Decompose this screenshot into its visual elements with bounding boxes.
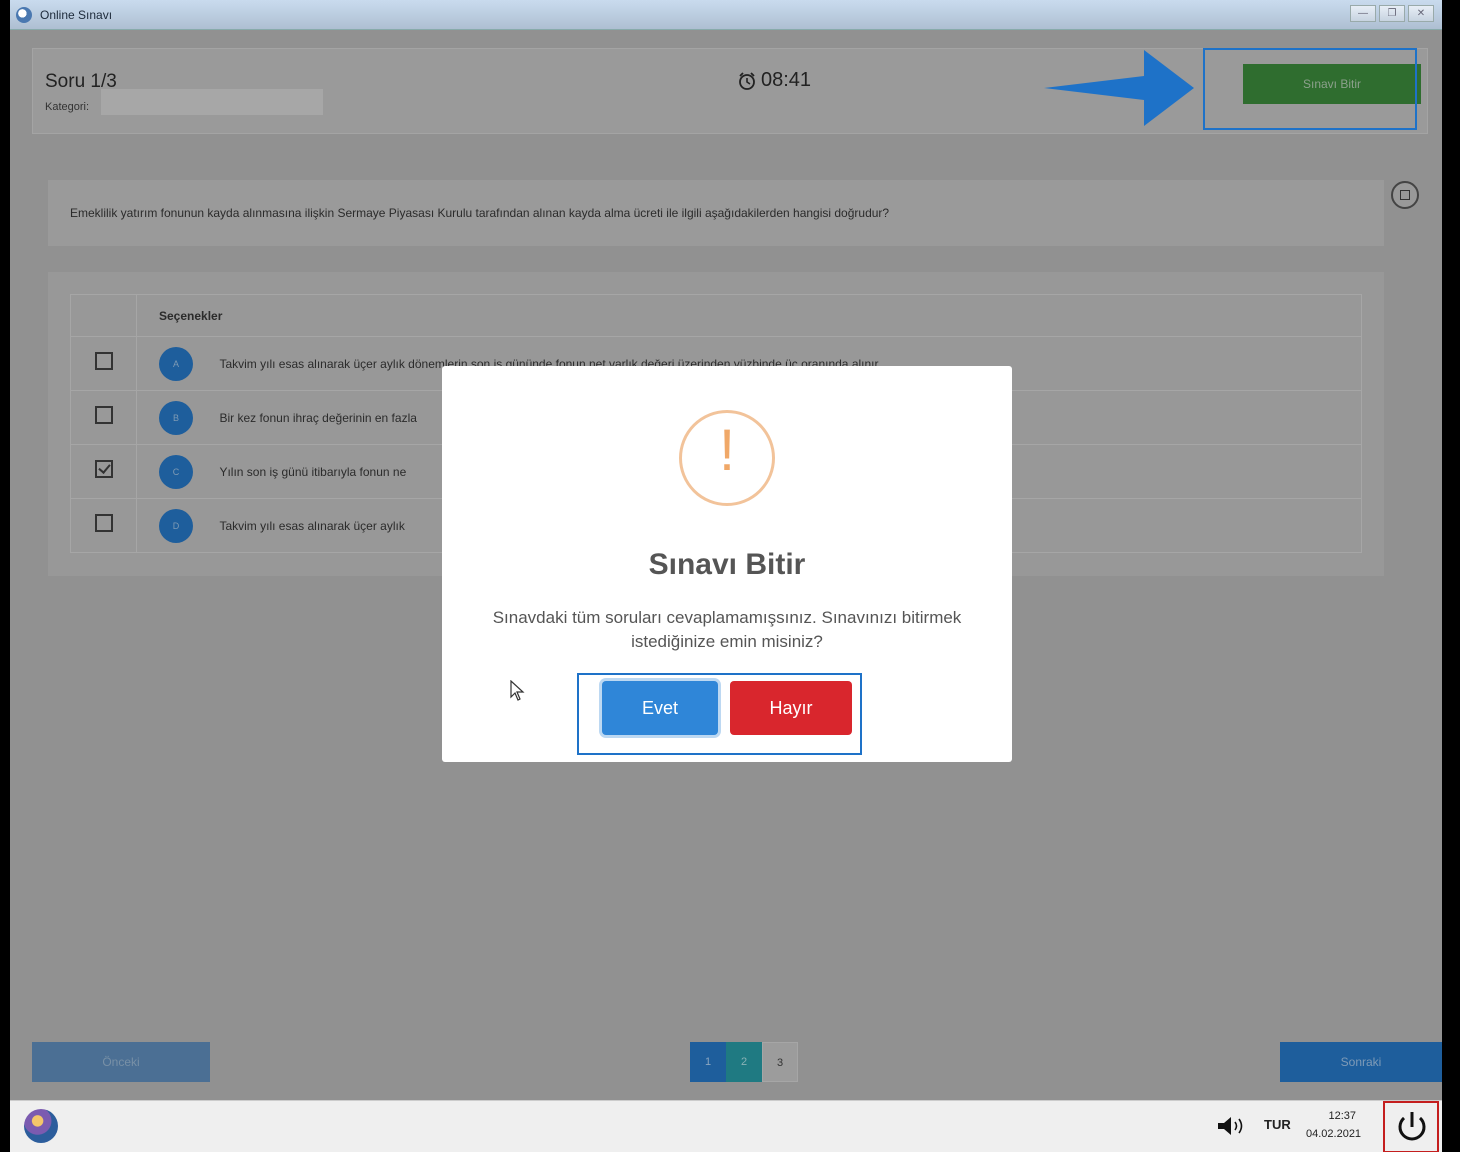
dialog-title: Sınavı Bitir bbox=[648, 548, 806, 581]
close-button[interactable]: ✕ bbox=[1408, 5, 1434, 22]
option-b-letter: B bbox=[159, 400, 193, 435]
finish-exam-dialog: ! Sınavı Bitir Sınavdaki tüm soruları ce… bbox=[442, 366, 1012, 762]
warning-mark: ! bbox=[718, 418, 736, 483]
page-2-button[interactable]: 2 bbox=[726, 1042, 762, 1082]
question-text: Emeklilik yatırım fonunun kayda alınması… bbox=[70, 206, 890, 220]
question-card: Emeklilik yatırım fonunun kayda alınması… bbox=[48, 180, 1384, 246]
start-button[interactable] bbox=[24, 1109, 58, 1143]
desktop-screen: Online Sınavı — ❐ ✕ Soru 1/3 Kategori: 0… bbox=[10, 0, 1442, 1152]
clock-time: 12:37 bbox=[1328, 1110, 1356, 1122]
options-header: Seçenekler bbox=[136, 294, 1362, 337]
mouse-cursor-icon bbox=[510, 680, 525, 701]
option-a-checkbox[interactable] bbox=[94, 352, 113, 370]
option-b-text: Bir kez fonun ihraç değerinin en fazla bbox=[219, 410, 417, 425]
next-button[interactable]: Sonraki bbox=[1280, 1042, 1442, 1082]
category-value-redacted bbox=[101, 89, 323, 115]
calculator-icon[interactable] bbox=[1391, 181, 1419, 209]
annotation-highlight-finish bbox=[1203, 48, 1417, 130]
dialog-message: Sınavdaki tüm soruları cevaplamamışsınız… bbox=[492, 608, 962, 651]
annotation-highlight-power bbox=[1383, 1101, 1439, 1152]
minimize-button[interactable]: — bbox=[1350, 5, 1376, 22]
page-3-button[interactable]: 3 bbox=[762, 1042, 798, 1082]
window-controls: — ❐ ✕ bbox=[1350, 5, 1434, 22]
speaker-icon[interactable] bbox=[1216, 1115, 1250, 1137]
page-1-button[interactable]: 1 bbox=[690, 1042, 726, 1082]
yes-button[interactable]: Evet bbox=[602, 681, 718, 735]
language-indicator[interactable]: TUR bbox=[1264, 1117, 1291, 1132]
previous-button[interactable]: Önceki bbox=[32, 1042, 210, 1082]
no-button[interactable]: Hayır bbox=[730, 681, 852, 735]
option-d-letter: D bbox=[159, 508, 193, 543]
clock-date: 04.02.2021 bbox=[1306, 1128, 1362, 1140]
option-c-text: Yılın son iş günü itibarıyla fonun ne bbox=[219, 464, 407, 479]
taskbar-clock[interactable]: 12:37 04.02.2021 bbox=[1306, 1107, 1362, 1143]
window-title: Online Sınavı bbox=[40, 8, 113, 22]
annotation-arrow-icon bbox=[1044, 50, 1194, 126]
power-icon[interactable] bbox=[1395, 1109, 1429, 1145]
timer-value: 08:41 bbox=[761, 69, 812, 91]
options-header-blank bbox=[70, 294, 137, 337]
category-label: Kategori: bbox=[45, 101, 90, 113]
option-d-text: Takvim yılı esas alınarak üçer aylık bbox=[219, 518, 405, 533]
warning-icon: ! bbox=[679, 410, 775, 506]
window-titlebar: Online Sınavı — ❐ ✕ bbox=[10, 0, 1442, 30]
exam-timer: 08:41 bbox=[737, 69, 811, 92]
pagination: 1 2 3 bbox=[690, 1042, 798, 1082]
option-c-letter: C bbox=[159, 454, 193, 489]
app-icon bbox=[16, 7, 32, 23]
option-c-checkbox[interactable] bbox=[94, 460, 113, 478]
option-d-checkbox[interactable] bbox=[94, 514, 113, 532]
option-a-letter: A bbox=[159, 346, 193, 381]
maximize-button[interactable]: ❐ bbox=[1379, 5, 1405, 22]
alarm-clock-icon bbox=[739, 71, 755, 90]
option-b-checkbox[interactable] bbox=[94, 406, 113, 424]
taskbar: TUR 12:37 04.02.2021 bbox=[10, 1100, 1442, 1152]
